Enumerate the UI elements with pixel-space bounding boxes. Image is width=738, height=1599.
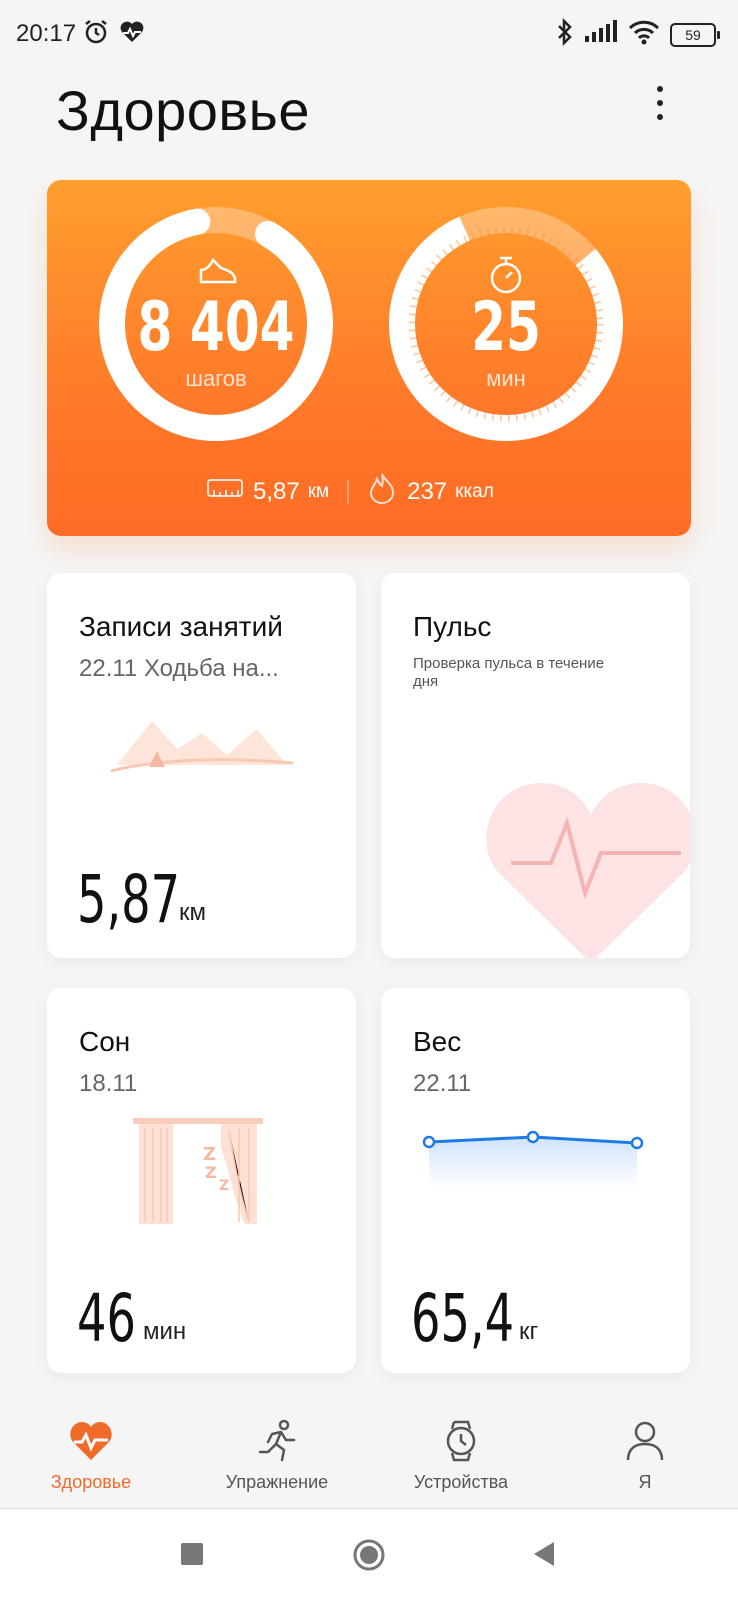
home-button[interactable] (352, 1538, 386, 1577)
sleep-value: 46 (77, 1280, 136, 1357)
home-circle-icon (353, 1539, 385, 1571)
mountains-illustration (110, 721, 294, 773)
more-dot (657, 86, 663, 92)
watch-icon (446, 1420, 476, 1462)
weight-trend-chart (422, 1130, 644, 1188)
battery-icon: 59 (670, 22, 720, 47)
recents-button[interactable] (180, 1542, 204, 1571)
ruler-icon (207, 477, 243, 506)
calories-value: 237 (407, 477, 448, 505)
steps-value: 8 404 (137, 288, 295, 367)
nav-tab-exercise[interactable]: Упражнение (187, 1400, 367, 1493)
more-options-button[interactable] (648, 86, 672, 132)
bottom-navigation: Здоровье Упражнение Устройства Я (0, 1400, 738, 1510)
pulse-tile[interactable]: Пульс Проверка пульса в течение дня (381, 573, 690, 958)
minutes-unit: мин (486, 366, 526, 391)
distance-value: 5,87 (253, 477, 300, 505)
weight-title: Вес (413, 1026, 462, 1057)
wifi-icon (628, 19, 660, 50)
nav-tab-devices[interactable]: Устройства (371, 1400, 551, 1493)
sleep-title: Сон (79, 1026, 131, 1057)
curtains-illustration: Z Z Z (133, 1118, 263, 1224)
sleep-subtitle: 18.11 (79, 1070, 138, 1097)
weight-point (526, 1130, 540, 1144)
workouts-unit: км (179, 899, 206, 926)
more-dot (657, 114, 663, 120)
nav-label-exercise: Упражнение (225, 1472, 329, 1492)
svg-text:Z: Z (203, 1144, 216, 1165)
activity-stats-row: 5,87 км 237 ккал (207, 472, 494, 511)
bluetooth-icon (556, 17, 574, 51)
status-time: 20:17 (16, 20, 77, 47)
nav-label-health: Здоровье (50, 1472, 132, 1492)
status-bar: 20:17 59 (0, 0, 738, 70)
weight-unit: кг (519, 1318, 539, 1345)
pulse-description: Проверка пульса в течение дня (413, 655, 605, 690)
profile-icon (626, 1421, 664, 1461)
pulse-title: Пульс (413, 611, 492, 642)
running-icon (258, 1419, 296, 1462)
heart-pulse-icon (70, 1422, 112, 1460)
weight-point (630, 1136, 644, 1150)
system-navigation-bar (0, 1510, 738, 1599)
nav-label-me: Я (638, 1472, 652, 1492)
stopwatch-icon (490, 256, 522, 294)
nav-tab-health[interactable]: Здоровье (1, 1400, 181, 1493)
square-icon (181, 1543, 203, 1565)
weight-tile[interactable]: Вес 22.11 65,4 кг (381, 988, 690, 1373)
workouts-title: Записи занятий (79, 611, 283, 642)
workouts-value: 5,87 (77, 861, 181, 938)
more-dot (657, 100, 663, 106)
calories-unit: ккал (455, 480, 494, 502)
page-title: Здоровье (56, 79, 311, 142)
heart-illustration (486, 783, 690, 958)
health-heart-icon (118, 18, 146, 51)
distance-unit: км (307, 480, 330, 502)
nav-tab-me[interactable]: Я (555, 1400, 735, 1493)
workouts-subtitle: 22.11 Ходьба на... (79, 655, 279, 682)
svg-text:Z: Z (219, 1178, 229, 1194)
svg-text:Z: Z (205, 1163, 217, 1182)
activity-summary-card[interactable]: 8 404 шагов 25 мин 5,87 км 237 ккал (47, 180, 691, 536)
signal-icon (584, 20, 618, 49)
flame-icon (367, 472, 397, 511)
weight-subtitle: 22.11 (413, 1070, 472, 1097)
back-triangle-icon (534, 1542, 554, 1566)
sleep-unit: мин (143, 1318, 187, 1345)
sleep-tile[interactable]: Сон 18.11 Z Z Z 46 мин (47, 988, 356, 1373)
minutes-value: 25 (471, 288, 541, 367)
nav-label-devices: Устройства (413, 1472, 509, 1492)
weight-point (422, 1135, 436, 1149)
back-button[interactable] (532, 1541, 556, 1572)
weight-value: 65,4 (411, 1280, 515, 1357)
steps-unit: шагов (185, 366, 247, 391)
shoe-icon (199, 257, 237, 284)
nav-divider (0, 1508, 738, 1509)
workout-records-tile[interactable]: Записи занятий 22.11 Ходьба на... 5,87 к… (47, 573, 356, 958)
alarm-icon (82, 18, 110, 51)
